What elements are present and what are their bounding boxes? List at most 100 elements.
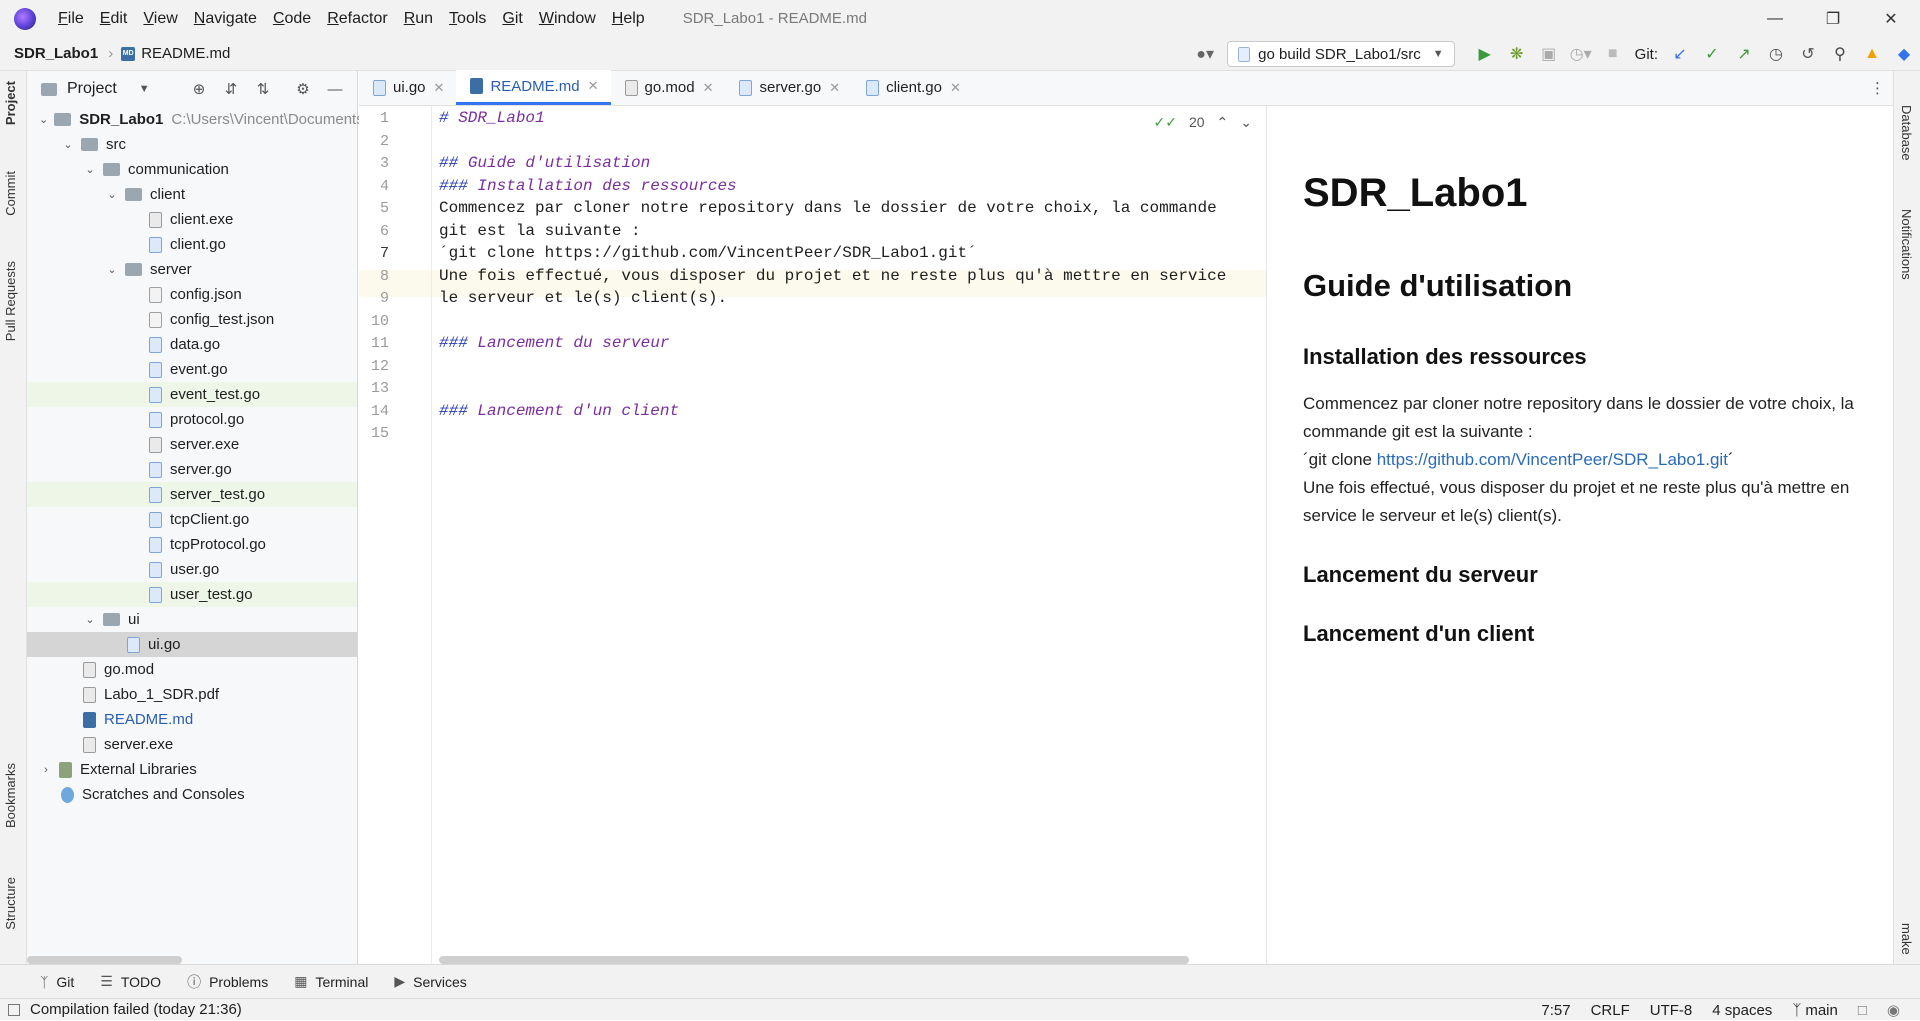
- tool-window-services[interactable]: ▶ Services: [394, 973, 466, 990]
- close-tab-icon[interactable]: ✕: [703, 80, 714, 96]
- tool-tab-project[interactable]: Project: [3, 81, 18, 125]
- tree-item[interactable]: event_test.go: [27, 382, 357, 407]
- tool-window-problems[interactable]: ⓘ Problems: [187, 972, 268, 992]
- next-highlight-icon[interactable]: ⌄: [1240, 114, 1252, 131]
- stop-icon[interactable]: ■: [1597, 37, 1629, 71]
- profile-icon[interactable]: ◷▾: [1565, 37, 1597, 71]
- ide-update-icon[interactable]: ▲: [1856, 37, 1888, 71]
- git-push-icon[interactable]: ↗: [1728, 37, 1760, 71]
- git-commit-icon[interactable]: ✓: [1696, 37, 1728, 71]
- close-tab-icon[interactable]: ✕: [588, 78, 599, 94]
- tree-item[interactable]: README.md: [27, 707, 357, 732]
- restore-icon[interactable]: ❐: [1804, 0, 1862, 37]
- tool-window-git[interactable]: ᛉ Git: [40, 974, 74, 990]
- menu-help[interactable]: Help: [604, 10, 653, 28]
- tool-tab-commit[interactable]: Commit: [3, 171, 18, 216]
- tree-item[interactable]: client.go: [27, 232, 357, 257]
- markdown-editor[interactable]: 1 2 3 4 5 6 7 8 9 10 11 12 13 14 15 # SDR_Labo1 ## Guid…: [359, 106, 1266, 964]
- locate-file-icon[interactable]: ⊕: [183, 80, 215, 98]
- editor-tab[interactable]: README.md ✕: [456, 70, 611, 105]
- breadcrumb-file[interactable]: README.md: [141, 45, 230, 62]
- menu-refactor[interactable]: Refactor: [319, 10, 395, 28]
- inspection-count[interactable]: 20: [1189, 114, 1205, 131]
- editor-tab[interactable]: client.go ✕: [852, 70, 973, 105]
- history-icon[interactable]: ◷: [1760, 37, 1792, 71]
- tree-item[interactable]: server_test.go: [27, 482, 357, 507]
- tree-item[interactable]: user_test.go: [27, 582, 357, 607]
- debug-icon[interactable]: ❋: [1501, 37, 1533, 71]
- menu-navigate[interactable]: Navigate: [186, 10, 265, 28]
- close-tab-icon[interactable]: ✕: [434, 80, 445, 96]
- menu-tools[interactable]: Tools: [441, 10, 494, 28]
- tree-item[interactable]: ui.go: [27, 632, 357, 657]
- editor-tab[interactable]: server.go ✕: [725, 70, 852, 105]
- tree-item[interactable]: config_test.json: [27, 307, 357, 332]
- status-message[interactable]: Compilation failed (today 21:36): [8, 1001, 242, 1018]
- run-configuration-selector[interactable]: go build SDR_Labo1/src ▼: [1227, 41, 1455, 67]
- tree-item[interactable]: ⌄ communication: [27, 157, 357, 182]
- hide-panel-icon[interactable]: —: [319, 81, 351, 98]
- tree-item[interactable]: Scratches and Consoles: [27, 782, 357, 807]
- tree-item[interactable]: protocol.go: [27, 407, 357, 432]
- line-separator[interactable]: CRLF: [1591, 1002, 1630, 1019]
- toolbox-logo-icon[interactable]: ◆: [1888, 37, 1920, 71]
- tree-item[interactable]: › External Libraries: [27, 757, 357, 782]
- tree-item[interactable]: ⌄ server: [27, 257, 357, 282]
- tool-window-todo[interactable]: ☰ TODO: [100, 973, 161, 990]
- tree-item[interactable]: ⌄ client: [27, 182, 357, 207]
- status-toggle-icon[interactable]: [8, 1003, 20, 1016]
- close-tab-icon[interactable]: ✕: [829, 80, 840, 96]
- tree-item[interactable]: client.exe: [27, 207, 357, 232]
- chevron-down-icon[interactable]: ⌄: [105, 188, 119, 201]
- menu-file[interactable]: File: [50, 10, 92, 28]
- chevron-down-icon[interactable]: ▼: [139, 83, 150, 95]
- code-line[interactable]: le serveur et le(s) client(s).: [439, 289, 727, 307]
- close-tab-icon[interactable]: ✕: [950, 80, 961, 96]
- tool-tab-database[interactable]: Database: [1899, 105, 1914, 161]
- tree-item[interactable]: user.go: [27, 557, 357, 582]
- file-encoding[interactable]: UTF-8: [1650, 1002, 1693, 1019]
- previous-highlight-icon[interactable]: ⌃: [1217, 114, 1229, 131]
- project-view-selector[interactable]: Project: [67, 80, 117, 98]
- preview-repo-link[interactable]: https://github.com/VincentPeer/SDR_Labo1…: [1377, 450, 1728, 469]
- coverage-icon[interactable]: ▣: [1533, 37, 1565, 71]
- menu-edit[interactable]: Edit: [92, 10, 136, 28]
- editor-tab[interactable]: ui.go ✕: [359, 70, 456, 105]
- code-line[interactable]: ## Guide d'utilisation: [439, 154, 650, 172]
- tree-item[interactable]: server.exe: [27, 432, 357, 457]
- editor-tab[interactable]: go.mod ✕: [611, 70, 726, 105]
- tool-tab-pull-requests[interactable]: Pull Requests: [3, 261, 18, 341]
- tree-item[interactable]: server.exe: [27, 732, 357, 757]
- menu-code[interactable]: Code: [265, 10, 319, 28]
- chevron-right-icon[interactable]: ›: [39, 764, 53, 776]
- close-icon[interactable]: ✕: [1862, 0, 1920, 37]
- chevron-down-icon[interactable]: ⌄: [83, 613, 97, 626]
- project-horizontal-scrollbar[interactable]: [27, 956, 182, 964]
- caret-position[interactable]: 7:57: [1541, 1002, 1570, 1019]
- code-line[interactable]: # SDR_Labo1: [439, 109, 545, 127]
- menu-git[interactable]: Git: [494, 10, 530, 28]
- git-branch[interactable]: main: [1805, 1002, 1838, 1019]
- tree-item[interactable]: tcpProtocol.go: [27, 532, 357, 557]
- lock-icon[interactable]: □: [1858, 1002, 1867, 1019]
- rollback-icon[interactable]: ↺: [1792, 37, 1824, 71]
- chevron-down-icon[interactable]: ⌄: [83, 163, 97, 176]
- run-icon[interactable]: ▶: [1469, 37, 1501, 71]
- tool-tab-make[interactable]: make: [1899, 923, 1914, 955]
- collapse-all-icon[interactable]: ⇅: [247, 80, 279, 98]
- chevron-down-icon[interactable]: ⌄: [105, 263, 119, 276]
- tool-tab-bookmarks[interactable]: Bookmarks: [3, 763, 18, 828]
- tree-item[interactable]: data.go: [27, 332, 357, 357]
- code-line[interactable]: git est la suivante :: [439, 222, 641, 240]
- tool-tab-structure[interactable]: Structure: [3, 877, 18, 930]
- code-line[interactable]: ### Lancement d'un client: [439, 402, 679, 420]
- tree-item[interactable]: go.mod: [27, 657, 357, 682]
- code-line[interactable]: ´git clone https://github.com/VincentPee…: [439, 244, 977, 262]
- minimize-icon[interactable]: —: [1746, 0, 1804, 37]
- chevron-down-icon[interactable]: ⌄: [39, 113, 48, 126]
- tree-item[interactable]: config.json: [27, 282, 357, 307]
- tool-tab-notifications[interactable]: Notifications: [1899, 209, 1914, 280]
- git-update-icon[interactable]: ↙: [1664, 37, 1696, 71]
- tree-item[interactable]: ⌄ ui: [27, 607, 357, 632]
- code-line[interactable]: Commencez par cloner notre repository da…: [439, 199, 1217, 217]
